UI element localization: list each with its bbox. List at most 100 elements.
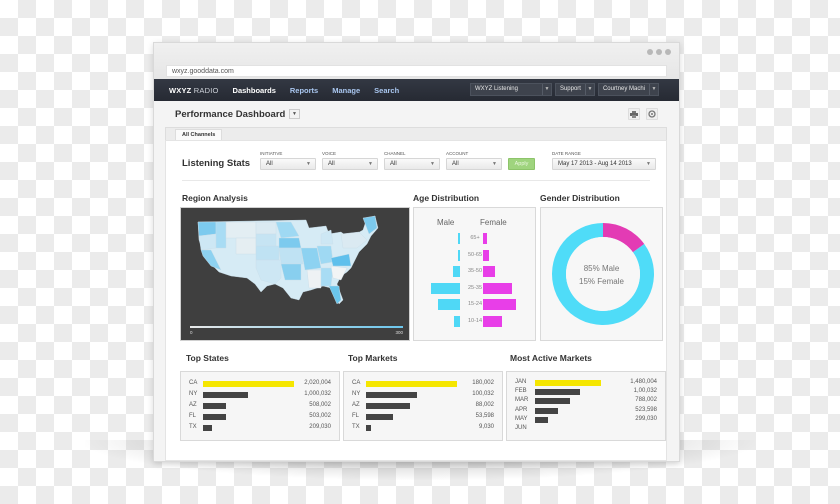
row-bar [366, 403, 411, 409]
row-bar [203, 403, 226, 409]
page-title: Performance Dashboard [175, 109, 286, 120]
list-row[interactable]: JUN [507, 424, 665, 435]
row-label: NY [189, 391, 198, 397]
printer-icon [630, 110, 638, 118]
row-label: JUN [515, 425, 527, 431]
channel-select[interactable]: All ▼ [384, 158, 440, 170]
row-value: 788,002 [635, 397, 657, 404]
chevron-down-icon: ▼ [541, 84, 551, 95]
map-scale-bar[interactable] [190, 326, 403, 328]
account-select[interactable]: All ▼ [446, 158, 502, 170]
top-markets-chart: CA 180,002 NY 100,032 AZ 88,002 FL 53,598 TX 9,03… [343, 371, 503, 441]
row-value: 9,030 [478, 424, 494, 430]
age-category-label: 65+ [470, 235, 480, 241]
row-bar [535, 398, 571, 405]
filter-label: INITIATIVE [260, 151, 283, 156]
row-bar [203, 381, 294, 387]
row-value: 2,020,004 [304, 380, 331, 386]
filter-channel: CHANNEL All ▼ [384, 151, 440, 170]
address-bar[interactable]: wxyz.gooddata.com [166, 65, 667, 77]
row-label: TX [352, 424, 360, 430]
row-value: 100,032 [472, 391, 494, 397]
brand-bold: WXYZ [169, 85, 192, 95]
list-row[interactable]: AZ 88,002 [344, 401, 502, 412]
list-row[interactable]: CA 180,002 [344, 379, 502, 390]
user-menu[interactable]: Courtney Machi ▼ [597, 83, 659, 96]
brand-logo[interactable]: WXYZ RADIO [169, 86, 219, 95]
row-bar [366, 414, 394, 420]
list-row[interactable]: FL 503,002 [181, 412, 339, 423]
row-bar [535, 407, 559, 414]
row-value: 508,002 [309, 402, 331, 408]
window-dot-icon[interactable] [656, 49, 662, 55]
browser-window: wxyz.gooddata.com WXYZ RADIO Dashboards … [153, 42, 680, 462]
donut-male-text: 85% Male [583, 264, 620, 273]
nav-link-search[interactable]: Search [374, 86, 399, 95]
age-category-label: 35-50 [467, 268, 483, 274]
row-bar [203, 392, 249, 398]
chevron-down-icon: ▼ [430, 161, 435, 167]
scale-max-label: 300 [395, 330, 403, 335]
date-range-select[interactable]: May 17 2013 - Aug 14 2013 ▼ [552, 158, 656, 170]
window-dot-icon[interactable] [665, 49, 671, 55]
settings-button[interactable] [646, 108, 658, 120]
row-label: APR [515, 406, 528, 413]
list-row[interactable]: TX 9,030 [344, 423, 502, 434]
age-bar-male [437, 299, 460, 310]
filter-initiative: INITIATIVE All ▼ [260, 151, 316, 170]
chevron-down-icon: ▼ [368, 161, 373, 167]
project-select[interactable]: WXYZ Listening ▼ [469, 83, 552, 96]
gender-donut [552, 223, 654, 325]
row-bar [366, 425, 371, 431]
select-value: All [452, 161, 459, 167]
region-map[interactable]: 0 300 [180, 207, 410, 341]
row-value: 299,030 [635, 415, 657, 422]
list-row[interactable]: TX 209,030 [181, 423, 339, 434]
list-row[interactable]: FL 53,598 [344, 412, 502, 423]
select-value: All [390, 161, 397, 167]
select-value: May 17 2013 - Aug 14 2013 [558, 161, 632, 167]
age-category-label: 50-65 [467, 251, 483, 258]
page-header: Performance Dashboard ▼ [154, 101, 679, 127]
dashboard-content: Listening Stats INITIATIVE All ▼ VOICE A… [165, 140, 667, 461]
nav-link-reports[interactable]: Reports [290, 86, 318, 95]
filter-date-range: DATE RANGE May 17 2013 - Aug 14 2013 ▼ [552, 151, 656, 170]
window-dot-icon[interactable] [647, 49, 653, 55]
row-bar [203, 414, 226, 420]
donut-female-text: 15% Female [579, 277, 624, 286]
most-active-markets-chart: JAN 1,480,004 FEB 1,00,032 MAR 788,002 APR 523,… [506, 371, 666, 441]
row-value: 1,480,004 [630, 379, 657, 385]
row-bar [203, 425, 213, 431]
window-controls [647, 49, 671, 55]
list-row[interactable]: NY 1,000,032 [181, 390, 339, 401]
list-row[interactable]: CA 2,020,004 [181, 379, 339, 390]
support-menu[interactable]: Support ▼ [554, 83, 595, 96]
most-active-markets-title: Most Active Markets [510, 353, 592, 363]
select-value: All [328, 161, 335, 167]
row-label: CA [352, 380, 361, 386]
list-row[interactable]: NY 100,032 [344, 390, 502, 401]
apply-button[interactable]: Apply [508, 158, 535, 170]
row-value: 53,598 [475, 413, 494, 419]
row-label: FL [352, 413, 360, 419]
top-states-chart: CA 2,020,004 NY 1,000,032 AZ 508,002 FL 503,002… [180, 371, 340, 441]
age-bar-male [453, 266, 460, 277]
row-bar [535, 416, 549, 423]
voice-select[interactable]: All ▼ [322, 158, 378, 170]
age-category-label: 10-14 [467, 317, 483, 324]
row-value: 209,030 [309, 424, 331, 430]
print-button[interactable] [628, 108, 640, 120]
nav-right: WXYZ Listening ▼ Support ▼ Courtney Mach… [469, 83, 659, 96]
list-row[interactable]: AZ 508,002 [181, 401, 339, 412]
row-label: CA [189, 380, 198, 386]
initiative-select[interactable]: All ▼ [260, 158, 316, 170]
row-label: JAN [515, 379, 527, 385]
age-bar-male [430, 282, 460, 294]
nav-link-dashboards[interactable]: Dashboards [233, 86, 276, 95]
nav-link-manage[interactable]: Manage [332, 86, 360, 95]
filter-label: VOICE [322, 151, 337, 156]
dashboard-menu-button[interactable]: ▼ [289, 109, 300, 119]
chevron-down-icon: ▼ [306, 161, 311, 167]
female-legend: Female [480, 218, 507, 227]
age-category-label: 15-24 [467, 301, 483, 307]
